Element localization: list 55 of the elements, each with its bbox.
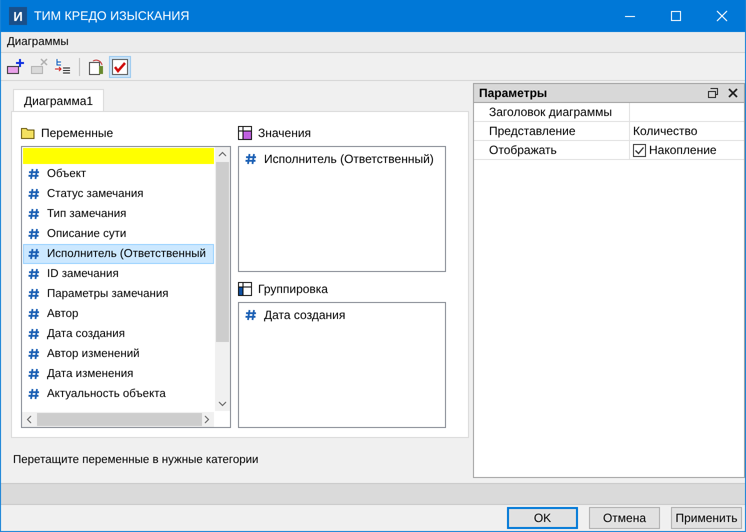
hash-icon: [245, 309, 257, 321]
hash-icon: [28, 388, 40, 400]
hash-icon: [245, 153, 257, 165]
property-name: Отображать: [474, 141, 630, 159]
vertical-scrollbar[interactable]: [215, 147, 230, 411]
variable-item[interactable]: Параметры замечания: [23, 284, 214, 304]
chart-tab[interactable]: Диаграмма1: [13, 89, 104, 111]
hash-icon: [28, 288, 40, 300]
hash-icon: [28, 268, 40, 280]
hash-icon: [28, 308, 40, 320]
hash-icon: [28, 188, 40, 200]
variable-item[interactable]: Тип замечания: [23, 204, 214, 224]
property-value[interactable]: Количество: [633, 124, 698, 138]
variable-item[interactable]: Автор: [23, 304, 214, 324]
value-item[interactable]: Исполнитель (Ответственный): [245, 150, 445, 168]
checkbox[interactable]: [633, 144, 646, 156]
filter-field[interactable]: [23, 148, 214, 164]
variable-item[interactable]: Описание сути: [23, 224, 214, 244]
check-button[interactable]: [109, 56, 131, 78]
close-icon[interactable]: [728, 88, 738, 98]
apply-button[interactable]: Применить: [671, 507, 742, 529]
property-name: Заголовок диаграммы: [474, 103, 630, 121]
section-label: Значения: [258, 126, 312, 140]
hash-icon: [28, 208, 40, 220]
section-label: Группировка: [258, 282, 328, 296]
variable-item[interactable]: Дата создания: [23, 324, 214, 344]
cancel-button[interactable]: Отмена: [589, 507, 660, 529]
hash-icon: [28, 168, 40, 180]
checkbox-label: Накопление: [649, 143, 717, 157]
variable-item[interactable]: Исполнитель (Ответственный: [23, 244, 214, 264]
variable-item[interactable]: Дата изменения: [23, 364, 214, 384]
variable-item[interactable]: Статус замечания: [23, 184, 214, 204]
horizontal-scrollbar[interactable]: [22, 412, 214, 427]
app-icon: И: [9, 7, 27, 25]
hash-icon: [28, 348, 40, 360]
section-label: Переменные: [41, 126, 114, 140]
hint-text: Перетащите переменные в нужные категории: [12, 454, 260, 466]
table-icon: [238, 126, 252, 140]
hash-icon: [28, 228, 40, 240]
restore-icon[interactable]: [708, 88, 718, 98]
hash-icon: [28, 248, 40, 260]
variable-item[interactable]: Актуальность объекта: [23, 384, 214, 404]
grouping-item[interactable]: Дата создания: [245, 306, 445, 324]
panel-title: Параметры: [479, 86, 548, 100]
ok-button[interactable]: OK: [507, 507, 578, 529]
folder-icon: [21, 127, 35, 139]
window-title: ТИМ КРЕДО ИЗЫСКАНИЯ: [34, 9, 190, 23]
variable-item[interactable]: ID замечания: [23, 264, 214, 284]
hash-icon: [28, 328, 40, 340]
table-icon: [238, 282, 252, 296]
variable-item[interactable]: Объект: [23, 164, 214, 184]
menu-item[interactable]: Диаграммы: [7, 36, 69, 48]
property-name: Представление: [474, 122, 630, 140]
variable-item[interactable]: Автор изменений: [23, 344, 214, 364]
hash-icon: [28, 368, 40, 380]
